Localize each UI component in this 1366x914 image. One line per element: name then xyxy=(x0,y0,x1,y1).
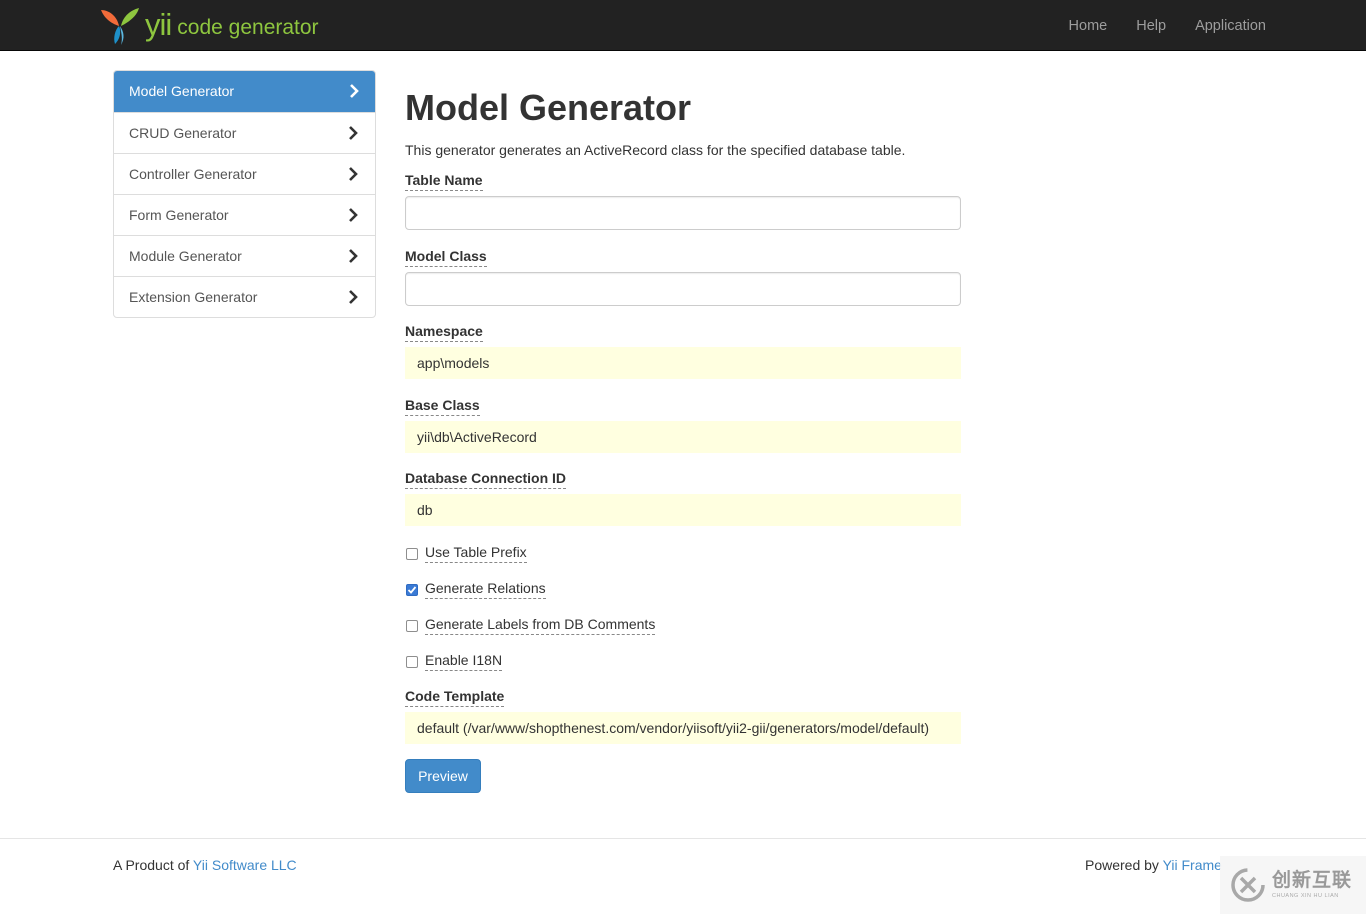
enable-i18n-checkbox-row[interactable]: Enable I18N xyxy=(406,652,503,671)
preview-button[interactable]: Preview xyxy=(405,759,481,793)
yii-framework-link[interactable]: Yii Frame xyxy=(1163,857,1222,873)
generate-labels-label[interactable]: Generate Labels from DB Comments xyxy=(425,616,656,635)
navbar: yii code generator Home Help Application xyxy=(0,0,1366,51)
base-class-label: Base Class xyxy=(405,397,480,416)
nav-help-link[interactable]: Help xyxy=(1136,18,1166,34)
chevron-right-icon xyxy=(350,84,359,98)
footer-powered-prefix: Powered by xyxy=(1085,857,1159,873)
yii-software-link[interactable]: Yii Software LLC xyxy=(193,857,297,873)
chevron-right-icon xyxy=(349,249,358,263)
code-template-label: Code Template xyxy=(405,688,505,707)
watermark-text: 创新互联 CHUANG XIN HU LIAN xyxy=(1272,871,1352,899)
base-class-field[interactable]: yii\db\ActiveRecord xyxy=(405,421,961,453)
brand-logo[interactable]: yii code generator xyxy=(99,4,319,46)
generate-relations-label[interactable]: Generate Relations xyxy=(425,580,546,599)
use-table-prefix-checkbox-row[interactable]: Use Table Prefix xyxy=(406,544,527,563)
brand-yii: yii xyxy=(145,6,172,42)
generate-labels-checkbox-row[interactable]: Generate Labels from DB Comments xyxy=(406,616,656,635)
sidebar-item-form-generator[interactable]: Form Generator xyxy=(114,194,375,235)
sidebar-item-label: Form Generator xyxy=(129,207,229,223)
namespace-field[interactable]: app\models xyxy=(405,347,961,379)
use-table-prefix-checkbox[interactable] xyxy=(406,547,418,560)
sidebar-item-extension-generator[interactable]: Extension Generator xyxy=(114,276,375,317)
watermark-en: CHUANG XIN HU LIAN xyxy=(1272,893,1339,899)
sidebar-item-label: Module Generator xyxy=(129,248,242,264)
generate-relations-checkbox[interactable] xyxy=(406,583,418,596)
model-class-input[interactable] xyxy=(405,272,961,306)
model-class-label: Model Class xyxy=(405,248,487,267)
sidebar-item-label: CRUD Generator xyxy=(129,125,237,141)
sidebar-item-model-generator[interactable]: Model Generator xyxy=(114,71,375,112)
chevron-right-icon xyxy=(349,290,358,304)
namespace-label: Namespace xyxy=(405,323,483,342)
footer: A Product of Yii Software LLC Powered by… xyxy=(0,838,1366,914)
use-table-prefix-label[interactable]: Use Table Prefix xyxy=(425,544,527,563)
watermark-cn: 创新互联 xyxy=(1272,870,1353,891)
code-template-field[interactable]: default (/var/www/shopthenest.com/vendor… xyxy=(405,712,961,744)
page-title: Model Generator xyxy=(405,87,692,128)
page-description: This generator generates an ActiveRecord… xyxy=(405,142,906,158)
enable-i18n-label[interactable]: Enable I18N xyxy=(425,652,503,671)
nav-application-link[interactable]: Application xyxy=(1195,18,1266,34)
sidebar-item-crud-generator[interactable]: CRUD Generator xyxy=(114,112,375,153)
sidebar-item-label: Model Generator xyxy=(129,83,235,99)
checkmark-icon xyxy=(407,585,417,594)
chevron-right-icon xyxy=(349,126,358,140)
sidebar-item-label: Controller Generator xyxy=(129,166,257,182)
generate-labels-checkbox[interactable] xyxy=(406,619,418,632)
footer-powered: Powered by Yii Frame xyxy=(1085,857,1222,873)
brand-text: code generator xyxy=(177,15,319,39)
footer-product: A Product of Yii Software LLC xyxy=(113,857,297,873)
watermark: 创新互联 CHUANG XIN HU LIAN xyxy=(1220,856,1366,914)
nav-links: Home Help Application xyxy=(1040,0,1266,51)
chevron-right-icon xyxy=(349,208,358,222)
table-name-input[interactable] xyxy=(405,196,961,230)
footer-product-prefix: A Product of xyxy=(113,857,190,873)
yii-logo-icon xyxy=(101,8,139,45)
watermark-logo-icon xyxy=(1231,868,1265,902)
generator-sidebar: Model Generator CRUD Generator Controlle… xyxy=(113,70,376,318)
chevron-right-icon xyxy=(349,167,358,181)
generate-relations-checkbox-row[interactable]: Generate Relations xyxy=(406,580,546,599)
nav-home-link[interactable]: Home xyxy=(1069,18,1108,34)
sidebar-item-label: Extension Generator xyxy=(129,289,258,305)
sidebar-item-controller-generator[interactable]: Controller Generator xyxy=(114,153,375,194)
table-name-label: Table Name xyxy=(405,172,483,191)
sidebar-item-module-generator[interactable]: Module Generator xyxy=(114,235,375,276)
enable-i18n-checkbox[interactable] xyxy=(406,655,418,668)
db-connection-field[interactable]: db xyxy=(405,494,961,526)
db-connection-label: Database Connection ID xyxy=(405,470,567,489)
